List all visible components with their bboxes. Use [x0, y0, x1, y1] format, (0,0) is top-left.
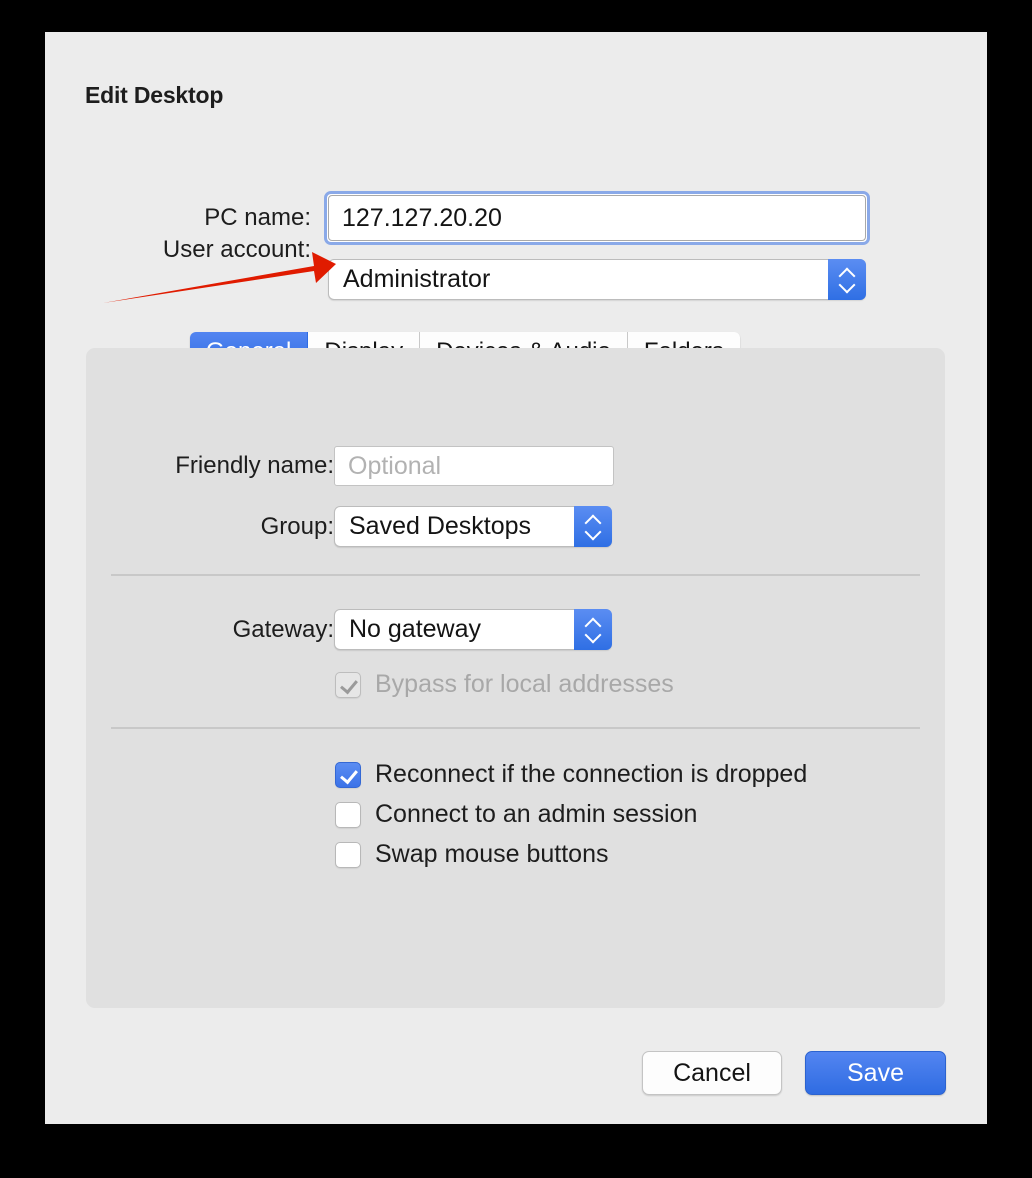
- divider-2: [111, 727, 920, 729]
- group-label: Group:: [260, 513, 334, 540]
- edit-desktop-dialog: Edit Desktop PC name: 127.127.20.20 User…: [45, 32, 987, 1124]
- admin-session-checkbox[interactable]: Connect to an admin session: [335, 800, 697, 829]
- group-value: Saved Desktops: [349, 512, 532, 540]
- save-button[interactable]: Save: [805, 1051, 946, 1095]
- gateway-select[interactable]: No gateway: [334, 609, 612, 650]
- friendly-name-placeholder: Optional: [348, 451, 442, 480]
- group-stepper[interactable]: [574, 506, 612, 547]
- admin-session-checkbox-label: Connect to an admin session: [375, 800, 698, 828]
- checkbox-unchecked-icon[interactable]: [335, 841, 361, 868]
- user-account-value: Administrator: [343, 265, 491, 293]
- chevron-down-icon: [585, 528, 602, 537]
- swap-mouse-buttons-checkbox-label: Swap mouse buttons: [375, 840, 609, 868]
- bypass-local-addresses-label: Bypass for local addresses: [375, 670, 674, 698]
- user-account-row: User account: Administrator: [45, 227, 987, 300]
- dialog-title: Edit Desktop: [85, 82, 224, 108]
- user-account-select[interactable]: Administrator: [328, 259, 866, 300]
- group-select[interactable]: Saved Desktops: [334, 506, 612, 547]
- gateway-value: No gateway: [349, 615, 482, 643]
- reconnect-checkbox[interactable]: Reconnect if the connection is dropped: [335, 760, 807, 789]
- gateway-stepper[interactable]: [574, 609, 612, 650]
- general-tab-panel: Friendly name: Optional Group: Saved Des…: [86, 348, 945, 1008]
- friendly-name-label: Friendly name:: [175, 452, 334, 479]
- checkbox-checked-icon[interactable]: [335, 761, 361, 788]
- user-account-stepper[interactable]: [828, 259, 866, 300]
- bypass-local-addresses-checkbox: Bypass for local addresses: [335, 670, 674, 699]
- cancel-button[interactable]: Cancel: [642, 1051, 782, 1095]
- gateway-label: Gateway:: [232, 616, 334, 643]
- chevron-down-icon: [839, 281, 856, 290]
- reconnect-checkbox-label: Reconnect if the connection is dropped: [375, 760, 808, 788]
- friendly-name-input[interactable]: Optional: [334, 446, 614, 486]
- swap-mouse-buttons-checkbox[interactable]: Swap mouse buttons: [335, 840, 608, 869]
- user-account-label: User account:: [162, 236, 311, 263]
- divider-1: [111, 574, 920, 576]
- checkbox-unchecked-icon[interactable]: [335, 801, 361, 828]
- checkbox-checked-disabled-icon: [335, 671, 361, 698]
- chevron-down-icon: [585, 631, 602, 640]
